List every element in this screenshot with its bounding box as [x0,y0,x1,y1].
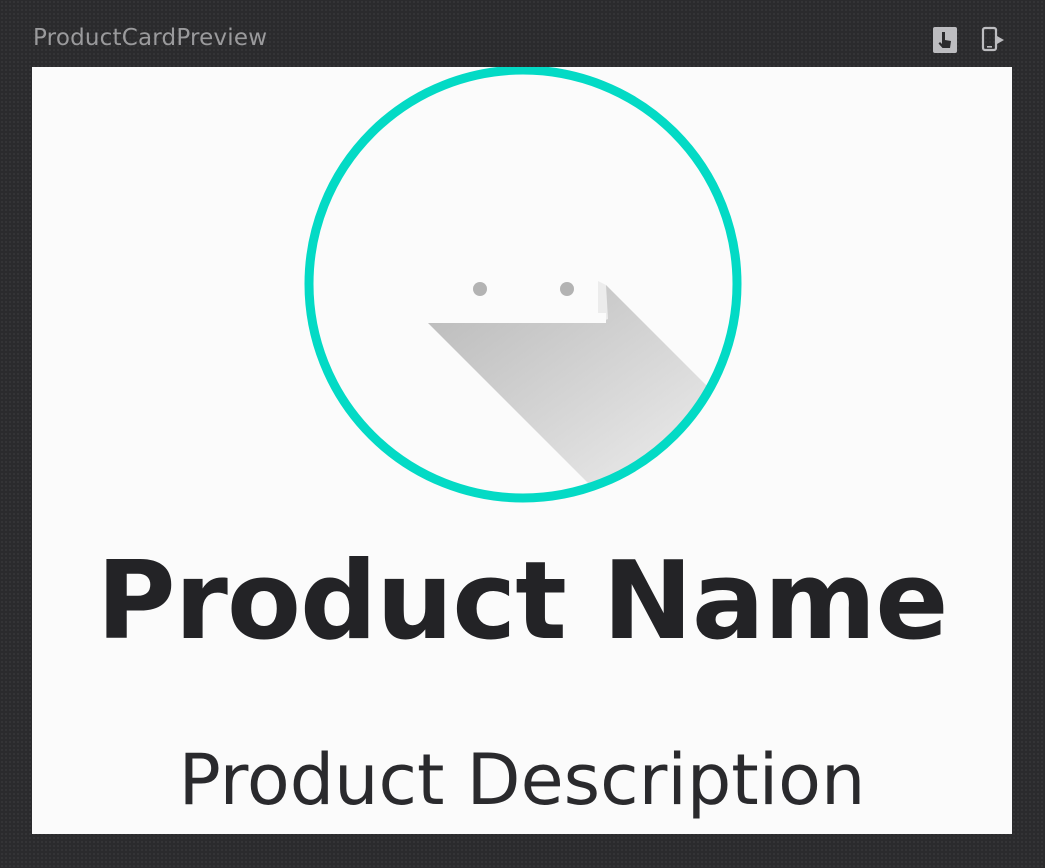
interactive-mode-icon [933,27,957,53]
android-logo-image [304,67,742,503]
preview-toolbar [931,25,1007,55]
deploy-to-device-icon [981,26,1004,52]
preview-title: ProductCardPreview [33,25,268,51]
preview-canvas: Product Name Product Description [32,67,1012,834]
product-description: Product Description [178,739,866,821]
interactive-mode-button[interactable] [931,25,959,55]
deploy-to-device-button[interactable] [979,25,1007,55]
product-name: Product Name [96,539,948,664]
